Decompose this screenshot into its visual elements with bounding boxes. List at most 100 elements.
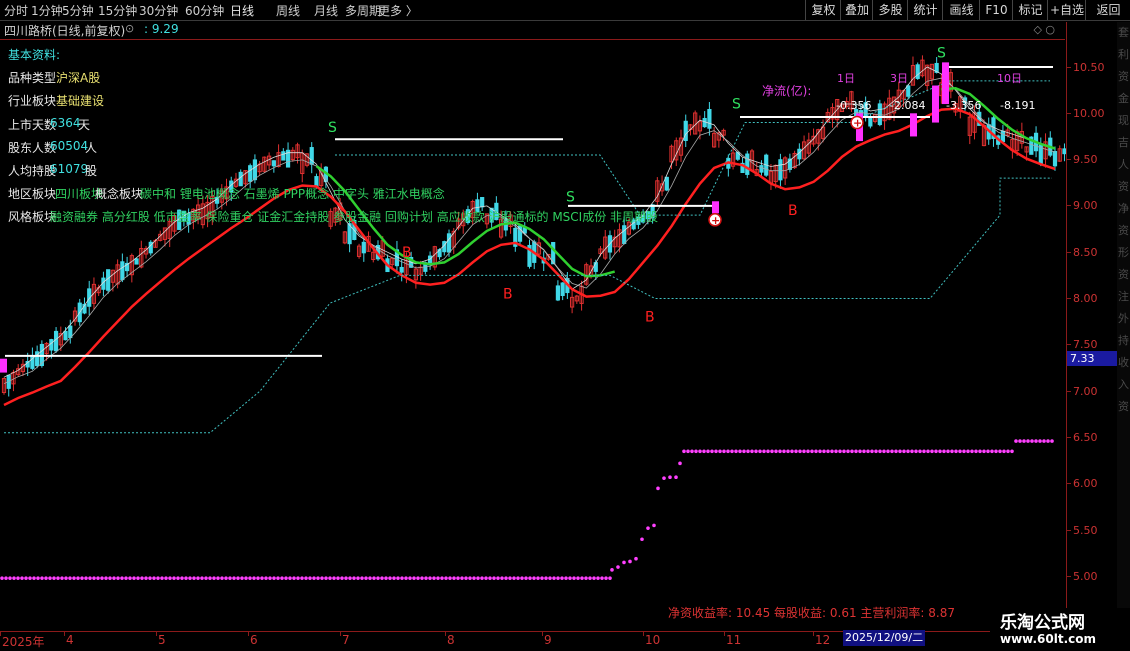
cost-dot — [108, 576, 112, 580]
toolbar-button-0[interactable]: 复权 — [805, 0, 841, 20]
cost-dot — [408, 576, 412, 580]
toolbar-button-1[interactable]: 叠加 — [840, 0, 873, 20]
cost-dot — [604, 576, 608, 580]
cost-dot — [60, 576, 64, 580]
cost-dot — [914, 449, 918, 454]
tab-4[interactable]: 30分钟 — [139, 2, 178, 19]
cost-dot — [300, 576, 304, 580]
cost-dot — [412, 576, 416, 580]
cost-dot — [970, 449, 974, 454]
chevron-icon[interactable]: ⊙ — [125, 22, 134, 35]
cost-dot — [818, 449, 822, 454]
cost-dot — [364, 576, 368, 580]
cost-dot — [1046, 439, 1050, 443]
cost-dot — [1026, 439, 1030, 443]
cost-dot — [84, 576, 88, 580]
tab-0[interactable]: 分时 — [4, 2, 28, 19]
cost-dot — [806, 449, 810, 454]
cost-dot — [994, 449, 998, 454]
cost-dot — [344, 576, 348, 580]
side-char: 资 — [1118, 224, 1129, 237]
cost-dot — [600, 576, 604, 580]
cost-dot — [540, 576, 544, 580]
watermark-url: www.60lt.com — [1000, 632, 1097, 646]
cost-dot — [628, 559, 632, 564]
financials-text: 净资收益率: 10.45 每股收益: 0.61 主营利润率: 8.87 — [668, 606, 955, 620]
toolbar-button-8[interactable]: 返回 — [1085, 0, 1130, 20]
candle-body — [134, 258, 139, 265]
cost-dot — [898, 449, 902, 454]
cost-dot — [216, 576, 220, 580]
date-label: 7 — [342, 633, 350, 647]
tab-9[interactable]: 多周期 — [345, 2, 381, 19]
ma-grey — [3, 77, 1056, 385]
side-char: 注 — [1118, 290, 1129, 303]
side-char: 利 — [1118, 48, 1129, 61]
cost-dot — [894, 449, 898, 454]
cost-dot — [212, 576, 216, 580]
cost-dot — [156, 576, 160, 580]
date-label: 11 — [726, 633, 742, 647]
tab-1[interactable]: 1分钟 — [31, 2, 63, 19]
expand-icon[interactable]: ◇ ○ — [1033, 23, 1055, 36]
candle-body — [759, 165, 764, 173]
cost-dot — [464, 576, 468, 580]
cost-dot — [564, 576, 568, 580]
price-tick-mark — [1067, 576, 1071, 577]
cost-dot — [184, 576, 188, 580]
tab-6[interactable]: 日线 — [230, 2, 254, 19]
cost-dot — [36, 576, 40, 580]
netflow-period: 1日 — [837, 72, 855, 85]
cost-dot — [280, 576, 284, 580]
cost-dot — [580, 576, 584, 580]
cost-dot — [536, 576, 540, 580]
tab-8[interactable]: 月线 — [314, 2, 338, 19]
toolbar-button-7[interactable]: +自选 — [1047, 0, 1086, 20]
cost-dot — [360, 576, 364, 580]
cost-dot — [336, 576, 340, 580]
tab-5[interactable]: 60分钟 — [185, 2, 224, 19]
cost-dot — [544, 576, 548, 580]
toolbar-button-3[interactable]: 统计 — [907, 0, 943, 20]
cost-dot — [1038, 439, 1042, 443]
cost-dot — [428, 576, 432, 580]
cost-dot — [96, 576, 100, 580]
price-tick-mark — [1067, 159, 1071, 160]
toolbar-button-6[interactable]: 标记 — [1012, 0, 1048, 20]
tab-7[interactable]: 周线 — [276, 2, 300, 19]
cost-dot — [204, 576, 208, 580]
cost-dot — [384, 576, 388, 580]
cost-dot — [694, 449, 698, 454]
toolbar-button-5[interactable]: F10 — [979, 0, 1013, 20]
signal-bar — [910, 113, 917, 137]
price-tick-mark — [1067, 113, 1071, 114]
side-char: 现 — [1118, 114, 1129, 127]
tab-3[interactable]: 15分钟 — [98, 2, 137, 19]
cost-dot — [608, 576, 612, 580]
toolbar-button-2[interactable]: 多股 — [872, 0, 908, 20]
cost-dot — [722, 449, 726, 454]
cost-dot — [372, 576, 376, 580]
cost-dot — [640, 537, 644, 542]
cost-dot — [80, 576, 84, 580]
cost-dot — [690, 449, 694, 454]
cost-dot — [678, 461, 682, 466]
cost-dot — [886, 449, 890, 454]
toolbar-button-4[interactable]: 画线 — [942, 0, 980, 20]
cost-dot — [68, 576, 72, 580]
cost-dot — [938, 449, 942, 454]
netflow-label: 净流(亿): — [762, 84, 812, 98]
cost-dot — [268, 576, 272, 580]
side-char: 净 — [1118, 202, 1129, 215]
info-value: 基础建设 — [56, 94, 105, 108]
current-price-tag: 7.33 — [1067, 351, 1118, 366]
date-tick — [64, 632, 65, 636]
cost-dot — [652, 523, 656, 528]
tab-10[interactable]: 更多 〉 — [378, 2, 418, 19]
kline-chart[interactable]: + + S S S S B B B B — [0, 40, 1066, 630]
cost-dot — [16, 576, 20, 580]
cost-dot — [320, 576, 324, 580]
cost-dot — [488, 576, 492, 580]
tab-2[interactable]: 5分钟 — [62, 2, 94, 19]
cost-dot — [388, 576, 392, 580]
